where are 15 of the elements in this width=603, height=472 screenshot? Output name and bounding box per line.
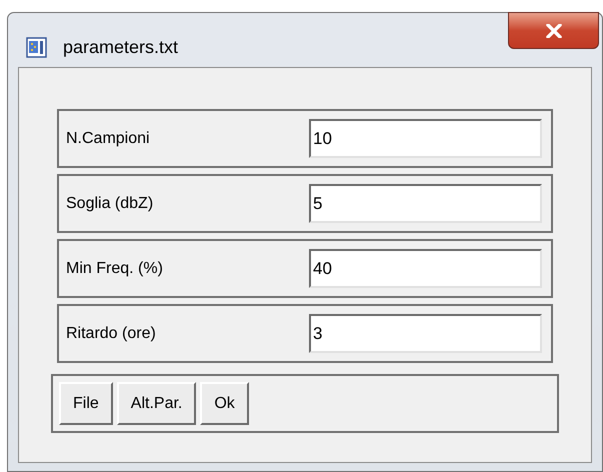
input-field[interactable]: 3 xyxy=(309,314,542,353)
window-title: parameters.txt xyxy=(63,36,178,59)
field-label: Ritardo (ore) xyxy=(66,324,156,344)
notepad-icon xyxy=(26,36,48,58)
input-field[interactable]: 40 xyxy=(309,249,542,288)
close-icon xyxy=(546,24,562,38)
dialog-button[interactable]: Alt.Par. xyxy=(116,382,196,425)
input-field[interactable]: 5 xyxy=(309,184,542,223)
field-label: Soglia (dbZ) xyxy=(66,194,154,214)
input-field[interactable]: 10 xyxy=(309,119,542,158)
dialog-button[interactable]: Ok xyxy=(200,382,249,425)
field-label: N.Campioni xyxy=(66,128,150,148)
dialog-button[interactable]: File xyxy=(59,382,113,425)
field-label: Min Freq. (%) xyxy=(66,258,163,278)
close-button[interactable] xyxy=(508,12,599,49)
